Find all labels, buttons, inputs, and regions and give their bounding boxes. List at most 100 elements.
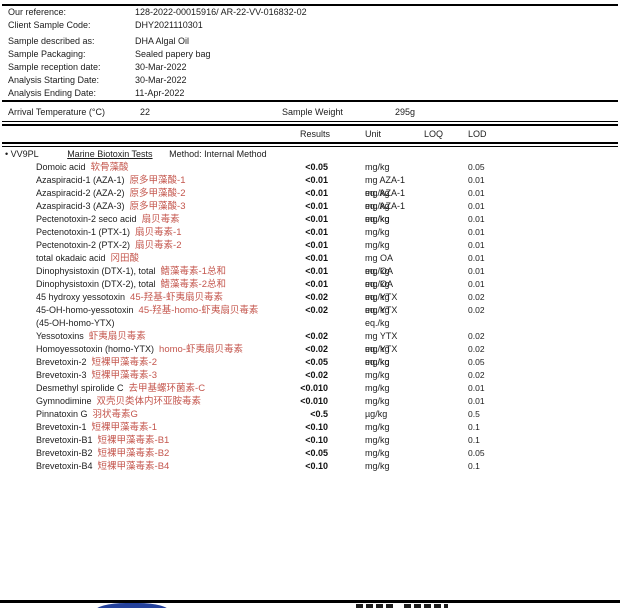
analyte-row: Pectenotoxin-1 (PTX-1)扇贝毒素-1 <0.01 mg/kg… <box>0 226 620 239</box>
analyte-name: Dinophysistoxin (DTX-2), total <box>36 279 156 289</box>
analyte-name: 45 hydroxy yessotoxin <box>36 292 125 302</box>
info-label: Analysis Starting Date: <box>8 74 135 87</box>
result-value: <0.01 <box>238 252 328 265</box>
result-value: <0.02 <box>238 291 328 304</box>
result-value: <0.5 <box>238 408 328 421</box>
analyte-name: Brevetoxin-1 <box>36 422 87 432</box>
section-method: Method: Internal Method <box>169 148 267 161</box>
lod-value: 0.02 <box>468 291 485 304</box>
lod-value: 0.01 <box>468 252 485 265</box>
sample-weight-label: Sample Weight <box>282 106 343 119</box>
unit-value: mg/kg <box>365 421 460 434</box>
analyte-row: total okadaic acid冈田酸 <0.01 mg OAeq./kg … <box>0 252 620 265</box>
cutoff-footer-text <box>356 604 396 608</box>
analyte-name-cn: 冈田酸 <box>111 253 140 264</box>
analyte-row: Pinnatoxin G羽状毒素G <0.5 µg/kg 0.5 <box>0 408 620 421</box>
analyte-name-cn: 原多甲藻酸-3 <box>130 201 186 212</box>
info-row: Analysis Starting Date:30-Mar-2022 <box>8 74 616 87</box>
analyte-name-cn: 去甲基螺环菌素-C <box>129 383 206 394</box>
result-value: <0.02 <box>238 343 328 356</box>
info-label: Client Sample Code: <box>8 19 135 32</box>
analyte-row: 45-OH-homo-yessotoxin45-羟基-homo-虾夷扇贝毒素 (… <box>0 304 620 330</box>
lod-value: 0.01 <box>468 174 485 187</box>
lod-value: 0.05 <box>468 447 485 460</box>
unit-value: mg/kg <box>365 395 460 408</box>
analyte-name: Yessotoxins <box>36 331 84 341</box>
analyte-row: Azaspiracid-3 (AZA-3)原多甲藻酸-3 <0.01 mg AZ… <box>0 200 620 213</box>
analyte-name-cn: 双壳贝类体内环亚胺毒素 <box>97 396 202 407</box>
unit-value: mg YTXeq./kg <box>365 304 460 330</box>
analyte-name-cn: 鳍藻毒素-1总和 <box>161 266 226 277</box>
result-value: <0.05 <box>238 447 328 460</box>
analyte-name-cn: 短裸甲藻毒素-B1 <box>98 435 170 446</box>
analyte-name-cn: 45-羟基-虾夷扇贝毒素 <box>130 292 223 303</box>
lod-value: 0.02 <box>468 369 485 382</box>
result-value: <0.010 <box>238 382 328 395</box>
lod-value: 0.1 <box>468 460 480 473</box>
analyte-name: Azaspiracid-1 (AZA-1) <box>36 175 125 185</box>
table-header-row: Results Unit LOQ LOD <box>0 128 620 141</box>
column-header-unit: Unit <box>365 128 381 141</box>
cutoff-footer-text <box>404 604 448 608</box>
analyte-name: 45-OH-homo-yessotoxin <box>36 305 134 315</box>
analyte-name: Gymnodimine <box>36 396 92 406</box>
lod-value: 0.5 <box>468 408 480 421</box>
result-value: <0.01 <box>238 226 328 239</box>
unit-value: mg/kg <box>365 161 460 174</box>
column-header-results: Results <box>300 128 330 141</box>
analyte-row: Yessotoxins虾夷扇贝毒素 <0.02 mg YTXeq./kg 0.0… <box>0 330 620 343</box>
column-header-lod: LOD <box>468 128 487 141</box>
result-value: <0.05 <box>238 161 328 174</box>
info-label: Sample reception date: <box>8 61 135 74</box>
unit-value: mg/kg <box>365 239 460 252</box>
analyte-name-cn: 原多甲藻酸-2 <box>130 188 186 199</box>
analyte-name-cn: 扇贝毒素 <box>142 214 180 225</box>
analyte-row: Desmethyl spirolide C去甲基螺环菌素-C <0.010 mg… <box>0 382 620 395</box>
analyte-row: Brevetoxin-B2短裸甲藻毒素-B2 <0.05 mg/kg 0.05 <box>0 447 620 460</box>
analyte-name-cn: 短裸甲藻毒素-B2 <box>98 448 170 459</box>
lod-value: 0.1 <box>468 421 480 434</box>
bottom-rule <box>0 600 620 603</box>
analyte-name: Pectenotoxin-2 seco acid <box>36 214 137 224</box>
section-name: Marine Biotoxin Tests <box>67 148 152 161</box>
analyte-name: Desmethyl spirolide C <box>36 383 124 393</box>
arrival-row: Arrival Temperature (°C) 22 Sample Weigh… <box>0 106 620 119</box>
info-label: Sample described as: <box>8 35 135 48</box>
analyte-name: Domoic acid <box>36 162 86 172</box>
analyte-name: Homoyessotoxin (homo-YTX) <box>36 344 154 354</box>
analyte-row: Domoic acid软骨藻酸 <0.05 mg/kg 0.05 <box>0 161 620 174</box>
analyte-name-cn: 软骨藻酸 <box>91 162 129 173</box>
analyte-name-line2: (45-OH-homo-YTX) <box>36 317 620 330</box>
lod-value: 0.01 <box>468 200 485 213</box>
pre-header-rule-thick <box>2 124 618 126</box>
analyte-name: Brevetoxin-B4 <box>36 461 93 471</box>
sample-weight-value: 295g <box>395 106 415 119</box>
unit-value: mg/kg <box>365 213 460 226</box>
unit-value: mg/kg <box>365 369 460 382</box>
result-value: <0.10 <box>238 460 328 473</box>
analyte-row: Dinophysistoxin (DTX-1), total鳍藻毒素-1总和 <… <box>0 265 620 278</box>
info-value: 128-2022-00015916/ AR-22-VV-016832-02 <box>135 7 307 17</box>
analyte-name: Brevetoxin-3 <box>36 370 87 380</box>
arrival-temp-label: Arrival Temperature (°C) <box>8 106 105 119</box>
analyte-name-cn: 扇贝毒素-1 <box>135 227 181 238</box>
analyte-name: Brevetoxin-B2 <box>36 448 93 458</box>
analyte-name-cn: 短裸甲藻毒素-2 <box>92 357 157 368</box>
arrival-temp-value: 22 <box>140 106 150 119</box>
analyte-name-cn: 原多甲藻酸-1 <box>130 175 186 186</box>
result-value: <0.10 <box>238 434 328 447</box>
lod-value: 0.01 <box>468 395 485 408</box>
analyte-name: Brevetoxin-B1 <box>36 435 93 445</box>
result-value: <0.01 <box>238 174 328 187</box>
info-value: 11-Apr-2022 <box>135 88 184 98</box>
lod-value: 0.01 <box>468 278 485 291</box>
result-value: <0.02 <box>238 330 328 343</box>
analyte-row: 45 hydroxy yessotoxin45-羟基-虾夷扇贝毒素 <0.02 … <box>0 291 620 304</box>
analyte-name-cn: 短裸甲藻毒素-B4 <box>98 461 170 472</box>
analyte-name: Pectenotoxin-2 (PTX-2) <box>36 240 130 250</box>
analyte-row: Pectenotoxin-2 seco acid扇贝毒素 <0.01 mg/kg… <box>0 213 620 226</box>
analyte-rows: Domoic acid 软骨藻酸 <0.05 mg/kg 0.05 Azaspir… <box>0 161 620 473</box>
pre-header-rule-thin <box>2 121 618 122</box>
info-value: 30-Mar-2022 <box>135 62 187 72</box>
test-section-header: • VV9PL Marine Biotoxin Tests Method: In… <box>5 148 267 161</box>
